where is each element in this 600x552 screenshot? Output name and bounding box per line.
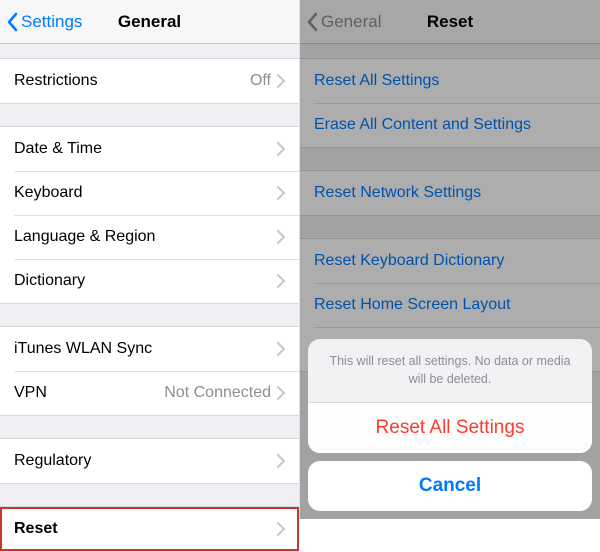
row-vpn[interactable]: VPN Not Connected <box>0 371 299 415</box>
general-settings-pane: Settings General Restrictions Off Date &… <box>0 0 300 519</box>
row-label: Date & Time <box>14 140 277 158</box>
row-label: Language & Region <box>14 228 277 246</box>
row-label: Regulatory <box>14 452 277 470</box>
row-detail: Off <box>250 72 271 90</box>
back-button[interactable]: Settings <box>6 12 82 32</box>
row-label: VPN <box>14 384 164 402</box>
chevron-right-icon <box>277 454 285 468</box>
action-sheet-body: This will reset all settings. No data or… <box>308 339 592 453</box>
reset-pane: General Reset Reset All Settings Erase A… <box>300 0 600 519</box>
row-detail: Not Connected <box>164 384 271 402</box>
back-label: Settings <box>21 12 82 32</box>
chevron-right-icon <box>277 274 285 288</box>
chevron-right-icon <box>277 342 285 356</box>
row-reset[interactable]: Reset <box>0 507 299 551</box>
row-label: Reset <box>14 520 277 538</box>
action-sheet-confirm[interactable]: Reset All Settings <box>308 403 592 453</box>
chevron-right-icon <box>277 522 285 536</box>
row-label: Restrictions <box>14 72 250 90</box>
action-sheet-message: This will reset all settings. No data or… <box>308 339 592 402</box>
row-language-region[interactable]: Language & Region <box>0 215 299 259</box>
chevron-right-icon <box>277 386 285 400</box>
group-restrictions: Restrictions Off <box>0 58 299 104</box>
action-sheet: This will reset all settings. No data or… <box>308 339 592 511</box>
row-itunes-wlan-sync[interactable]: iTunes WLAN Sync <box>0 327 299 371</box>
group-preferences: Date & Time Keyboard Language & Region D… <box>0 126 299 304</box>
row-keyboard[interactable]: Keyboard <box>0 171 299 215</box>
row-date-time[interactable]: Date & Time <box>0 127 299 171</box>
chevron-left-icon <box>6 12 18 32</box>
chevron-right-icon <box>277 230 285 244</box>
page-title: General <box>118 12 181 32</box>
chevron-right-icon <box>277 186 285 200</box>
row-label: Keyboard <box>14 184 277 202</box>
row-regulatory[interactable]: Regulatory <box>0 439 299 483</box>
action-sheet-cancel[interactable]: Cancel <box>308 461 592 511</box>
group-sync: iTunes WLAN Sync VPN Not Connected <box>0 326 299 416</box>
row-dictionary[interactable]: Dictionary <box>0 259 299 303</box>
group-regulatory: Regulatory <box>0 438 299 484</box>
row-label: iTunes WLAN Sync <box>14 340 277 358</box>
group-reset: Reset <box>0 506 299 552</box>
chevron-right-icon <box>277 74 285 88</box>
navbar-general: Settings General <box>0 0 299 44</box>
row-restrictions[interactable]: Restrictions Off <box>0 59 299 103</box>
chevron-right-icon <box>277 142 285 156</box>
row-label: Dictionary <box>14 272 277 290</box>
